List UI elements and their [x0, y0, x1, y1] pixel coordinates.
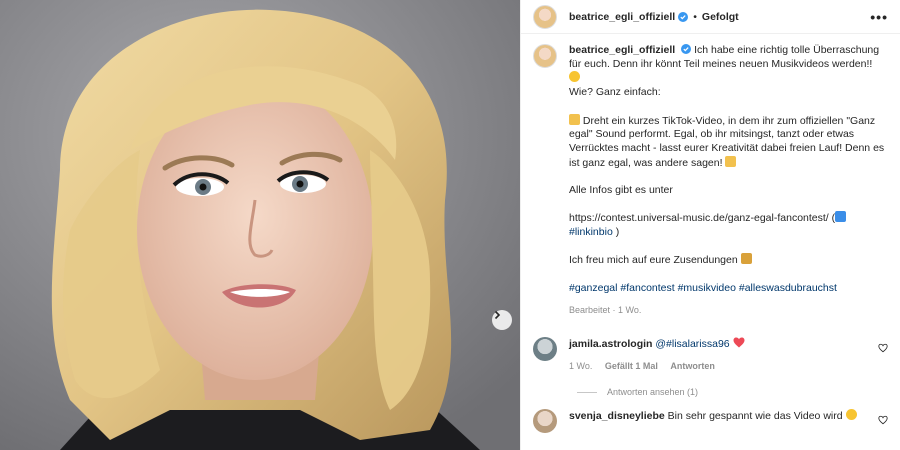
pointing-hand-emoji-icon [569, 113, 580, 125]
comment-item: svenja_disneyliebe Bin sehr gespannt wie… [521, 409, 900, 434]
caption-body: beatrice_egli_offiziell Ich habe eine ri… [569, 44, 888, 317]
comment-likes[interactable]: Gefällt 1 Mal [605, 361, 658, 371]
caption-author-avatar[interactable] [533, 44, 557, 68]
more-options-icon[interactable]: ••• [870, 9, 888, 25]
caption-text-line: ist ganz egal, was andere sagen! [569, 156, 723, 169]
reply-button[interactable]: Antworten [670, 361, 715, 371]
commenter-avatar[interactable] [533, 337, 557, 362]
caption-text-line: Wie? Ganz einfach: [569, 86, 661, 99]
post-video[interactable] [0, 0, 520, 450]
starstruck-emoji-icon [569, 71, 580, 83]
view-replies-button[interactable]: Antworten ansehen (1) [577, 387, 900, 397]
verified-badge-icon [681, 44, 692, 54]
commenter-username[interactable]: jamila.astrologin [569, 338, 652, 350]
post-caption: beatrice_egli_offiziell Ich habe eine ri… [521, 34, 900, 317]
author-avatar[interactable] [533, 4, 557, 29]
comment-mention[interactable]: @#lisalarissa96 [655, 338, 729, 350]
commenter-username[interactable]: svenja_disneyliebe [569, 410, 665, 422]
caption-hashtags[interactable]: #ganzegal #fancontest #musikvideo #alles… [569, 282, 837, 294]
comment-body: jamila.astrologin @#lisalarissa96 1 Wo. … [569, 337, 869, 373]
video-frame-image [0, 0, 520, 450]
caption-text-line: Ich habe eine richtig tolle Überraschung [694, 44, 880, 56]
comment-time: 1 Wo. [569, 361, 593, 372]
view-replies-label: Antworten ansehen (1) [607, 387, 699, 398]
red-heart-emoji-icon [733, 337, 745, 348]
follow-status-button[interactable]: Gefolgt [702, 11, 739, 23]
edited-timestamp: Bearbeitet · 1 Wo. [569, 304, 642, 315]
heart-outline-icon[interactable] [878, 415, 888, 425]
caption-text-line: egal" Sound performt. Egal, ob ihr mitsi… [569, 128, 855, 141]
replies-divider [577, 391, 597, 393]
caption-text-line: Verrücktes macht - lasst eurer Kreativit… [569, 141, 885, 154]
post-modal: beatrice_egli_offiziell • Gefolgt ••• be… [0, 0, 900, 450]
comment-meta: 1 Wo. Gefällt 1 Mal Antworten [569, 359, 869, 373]
comment-item: jamila.astrologin @#lisalarissa96 1 Wo. … [521, 337, 900, 373]
comment-text: Bin sehr gespannt wie das Video wird [667, 410, 843, 423]
heart-outline-icon[interactable] [878, 343, 888, 353]
verified-badge-icon [678, 11, 689, 22]
hashtag-linkinbio[interactable]: #linkinbio [569, 226, 613, 238]
post-header: beatrice_egli_offiziell • Gefolgt ••• [521, 0, 900, 34]
commenter-avatar[interactable] [533, 409, 557, 434]
caption-paren: ) [615, 226, 620, 239]
caption-text-line: für euch. Denn ihr könnt Teil meines neu… [569, 57, 873, 70]
party-popper-emoji-icon [740, 253, 752, 265]
arrow-right-emoji-icon [835, 211, 847, 223]
praying-hands-emoji-icon [725, 155, 737, 167]
starstruck-emoji-icon [845, 409, 857, 421]
caption-text-line: Dreht ein kurzes TikTok-Video, in dem ih… [582, 114, 876, 127]
author-username[interactable]: beatrice_egli_offiziell [569, 11, 675, 23]
caption-text-line: Alle Infos gibt es unter [569, 184, 673, 196]
caption-username[interactable]: beatrice_egli_offiziell [569, 44, 675, 56]
header-separator: • [693, 10, 697, 23]
contest-url[interactable]: https://contest.universal-music.de/ganz-… [569, 212, 829, 224]
chevron-right-icon [494, 310, 501, 320]
next-slide-button[interactable] [492, 310, 512, 330]
post-details-panel: beatrice_egli_offiziell • Gefolgt ••• be… [520, 0, 900, 450]
caption-text-line: Ich freu mich auf eure Zusendungen [569, 254, 738, 267]
comment-body: svenja_disneyliebe Bin sehr gespannt wie… [569, 409, 869, 433]
